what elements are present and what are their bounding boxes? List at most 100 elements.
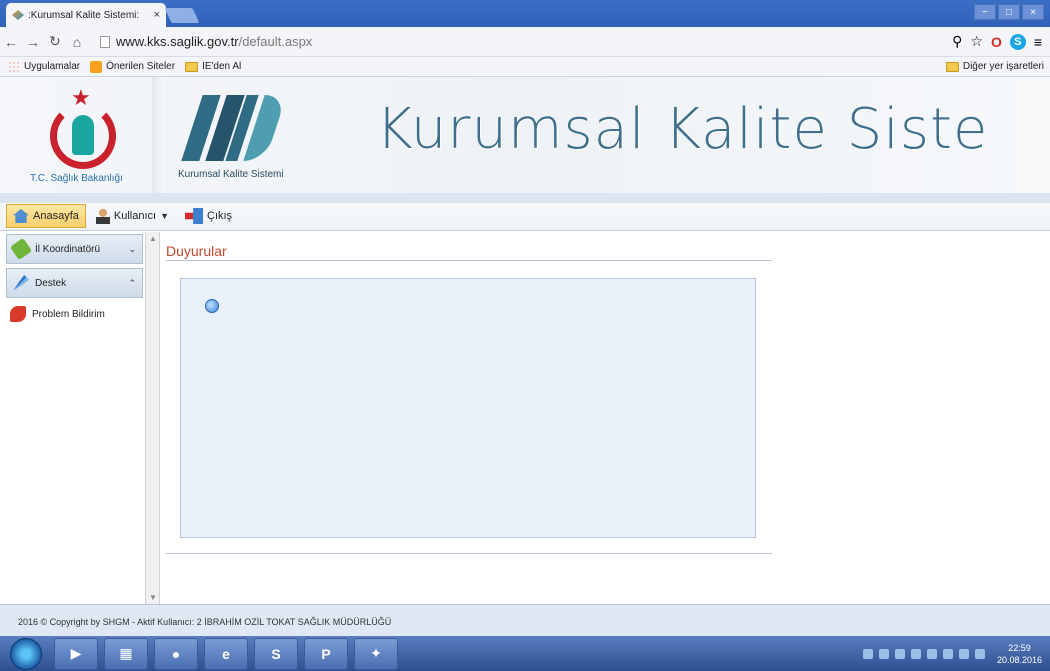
bookmark-other[interactable]: Diğer yer işaretleri: [945, 61, 1050, 72]
close-window-button[interactable]: ×: [1022, 4, 1044, 20]
chevron-down-icon: ⌄: [128, 243, 136, 254]
bookmark-ie-import[interactable]: IE'den Al: [185, 61, 241, 72]
ministry-logo: ★ T.C. Sağlık Bakanlığı: [24, 85, 144, 189]
site-banner-title: Kurumsal Kalite Siste: [376, 97, 989, 162]
tray-icon[interactable]: [878, 648, 889, 659]
apps-grid-icon: [8, 60, 20, 73]
url-field[interactable]: www.kks.saglik.gov.tr/default.aspx: [100, 34, 312, 49]
address-bar: ← → ↻ ⌂ www.kks.saglik.gov.tr/default.as…: [0, 27, 1050, 57]
site-favicon-icon: [12, 10, 24, 20]
taskbar-paint[interactable]: ✦: [354, 637, 398, 670]
menu-home[interactable]: Anasayfa: [6, 204, 86, 228]
taskbar-explorer[interactable]: ▦: [104, 637, 148, 670]
scroll-down-icon[interactable]: ▼: [149, 593, 157, 602]
taskbar-skype[interactable]: S: [254, 637, 298, 670]
media-player-icon: ▶: [70, 645, 82, 661]
url-domain: www.kks.saglik.gov.tr: [116, 34, 239, 49]
browser-titlebar: :Kurumsal Kalite Sistemi: × − □ ×: [0, 0, 1050, 27]
person-figure-icon: [72, 115, 94, 155]
taskbar-powerpoint[interactable]: P: [304, 637, 348, 670]
page-footer: 2016 © Copyright by SHGM - Aktif Kullanı…: [0, 604, 1050, 636]
bookmark-ie-label: IE'den Al: [202, 61, 242, 72]
start-button[interactable]: [10, 637, 42, 670]
tray-icon[interactable]: [894, 648, 905, 659]
bookmark-apps[interactable]: Uygulamalar: [8, 60, 81, 73]
bookmark-suggested-label: Önerilen Siteler: [106, 61, 176, 72]
paint-icon: ✦: [370, 645, 382, 661]
menu-exit-label: Çıkış: [207, 210, 233, 222]
tab-title: :Kurumsal Kalite Sistemi:: [28, 9, 140, 21]
chevron-up-icon: ⌃: [128, 277, 136, 288]
tab-close-icon[interactable]: ×: [154, 9, 160, 21]
sidebar-section-destek[interactable]: Destek ⌃: [6, 268, 143, 298]
bookmark-apps-label: Uygulamalar: [24, 61, 81, 72]
sidebar-section-il-koordinatoru[interactable]: İl Koordinatörü ⌄: [6, 234, 143, 264]
chrome-icon: ●: [171, 645, 181, 662]
clock-time: 22:59: [1008, 642, 1031, 653]
extension-pin-icon[interactable]: ⚲: [952, 33, 962, 50]
page-title: Duyurular: [166, 243, 227, 259]
internet-explorer-icon: e: [222, 645, 230, 662]
clock-date: 20.08.2016: [996, 654, 1042, 665]
content-divider: [166, 553, 772, 554]
skype-icon: S: [271, 645, 281, 662]
scroll-up-icon[interactable]: ▲: [149, 234, 157, 243]
forward-arrow-icon[interactable]: →: [22, 34, 44, 50]
skype-extension-icon[interactable]: S: [1009, 33, 1026, 50]
home-browser-icon[interactable]: ⌂: [66, 34, 88, 50]
menu-exit[interactable]: Çıkış: [179, 204, 238, 228]
home-icon: [13, 209, 29, 223]
reload-icon[interactable]: ↻: [44, 33, 66, 50]
maximize-button[interactable]: □: [998, 4, 1020, 20]
url-path: /default.aspx: [238, 34, 313, 49]
bookmark-other-label: Diğer yer işaretleri: [962, 61, 1044, 72]
title-divider: [166, 260, 772, 261]
sidebar-item-problem-bildirim[interactable]: Problem Bildirim: [6, 298, 145, 330]
sidebar: İl Koordinatörü ⌄ Destek ⌃ Problem Bildi…: [6, 232, 146, 604]
windows-taskbar: ▶ ▦ ● e S P ✦ 22:59 20.08.2016: [0, 636, 1050, 671]
main-menu-bar: Anasayfa Kullanıcı ▼ Çıkış: [0, 193, 1050, 231]
folder-icon: ▦: [119, 645, 133, 661]
site-header: ★ T.C. Sağlık Bakanlığı Kurumsal Kalite …: [0, 77, 1050, 193]
menu-user[interactable]: Kullanıcı ▼: [90, 204, 175, 228]
browser-menu-icon[interactable]: ≡: [1034, 34, 1042, 50]
phone-icon: [10, 306, 26, 322]
window-controls: − □ ×: [974, 4, 1044, 20]
tray-icon[interactable]: [910, 648, 921, 659]
suggested-sites-icon: [90, 60, 103, 73]
bookmarks-bar: Uygulamalar Önerilen Siteler IE'den Al D…: [0, 57, 1050, 77]
opera-extension-icon[interactable]: O: [991, 34, 1002, 50]
powerpoint-icon: P: [321, 645, 331, 662]
tray-icon[interactable]: [958, 648, 969, 659]
minimize-button[interactable]: −: [974, 4, 996, 20]
bookmark-suggested[interactable]: Önerilen Siteler: [90, 60, 176, 73]
taskbar-ie[interactable]: e: [204, 637, 248, 670]
menu-home-label: Anasayfa: [33, 210, 79, 222]
ministry-caption: T.C. Sağlık Bakanlığı: [30, 173, 123, 184]
signal-icon[interactable]: [974, 648, 985, 659]
menu-user-label: Kullanıcı: [113, 210, 157, 222]
folder-icon: [185, 61, 199, 72]
kks-logo: Kurumsal Kalite Sistemi: [178, 95, 298, 180]
network-icon[interactable]: [942, 648, 953, 659]
system-clock[interactable]: 22:59 20.08.2016: [997, 642, 1042, 666]
taskbar-media-player[interactable]: ▶: [54, 637, 98, 670]
sidebar-item-label: Problem Bildirim: [32, 308, 105, 320]
taskbar-chrome[interactable]: ●: [154, 637, 198, 670]
browser-tab[interactable]: :Kurumsal Kalite Sistemi: ×: [6, 3, 166, 27]
back-arrow-icon[interactable]: ←: [0, 34, 22, 50]
sidebar-section-label: Destek: [35, 277, 67, 289]
user-icon: [95, 208, 110, 224]
system-tray: 22:59 20.08.2016: [862, 642, 1050, 666]
chevron-down-icon: ▼: [160, 211, 169, 221]
info-globe-icon[interactable]: [205, 299, 219, 313]
sidebar-section-label: İl Koordinatörü: [35, 243, 101, 255]
tray-icon[interactable]: [862, 648, 873, 659]
folder-icon: [945, 61, 959, 72]
volume-icon[interactable]: [926, 648, 937, 659]
new-tab-button[interactable]: [164, 8, 200, 23]
announcements-panel: [180, 278, 756, 538]
header-divider: [152, 77, 166, 193]
bookmark-star-icon[interactable]: ☆: [970, 33, 983, 50]
sidebar-scrollbar[interactable]: ▲ ▼: [146, 232, 160, 604]
